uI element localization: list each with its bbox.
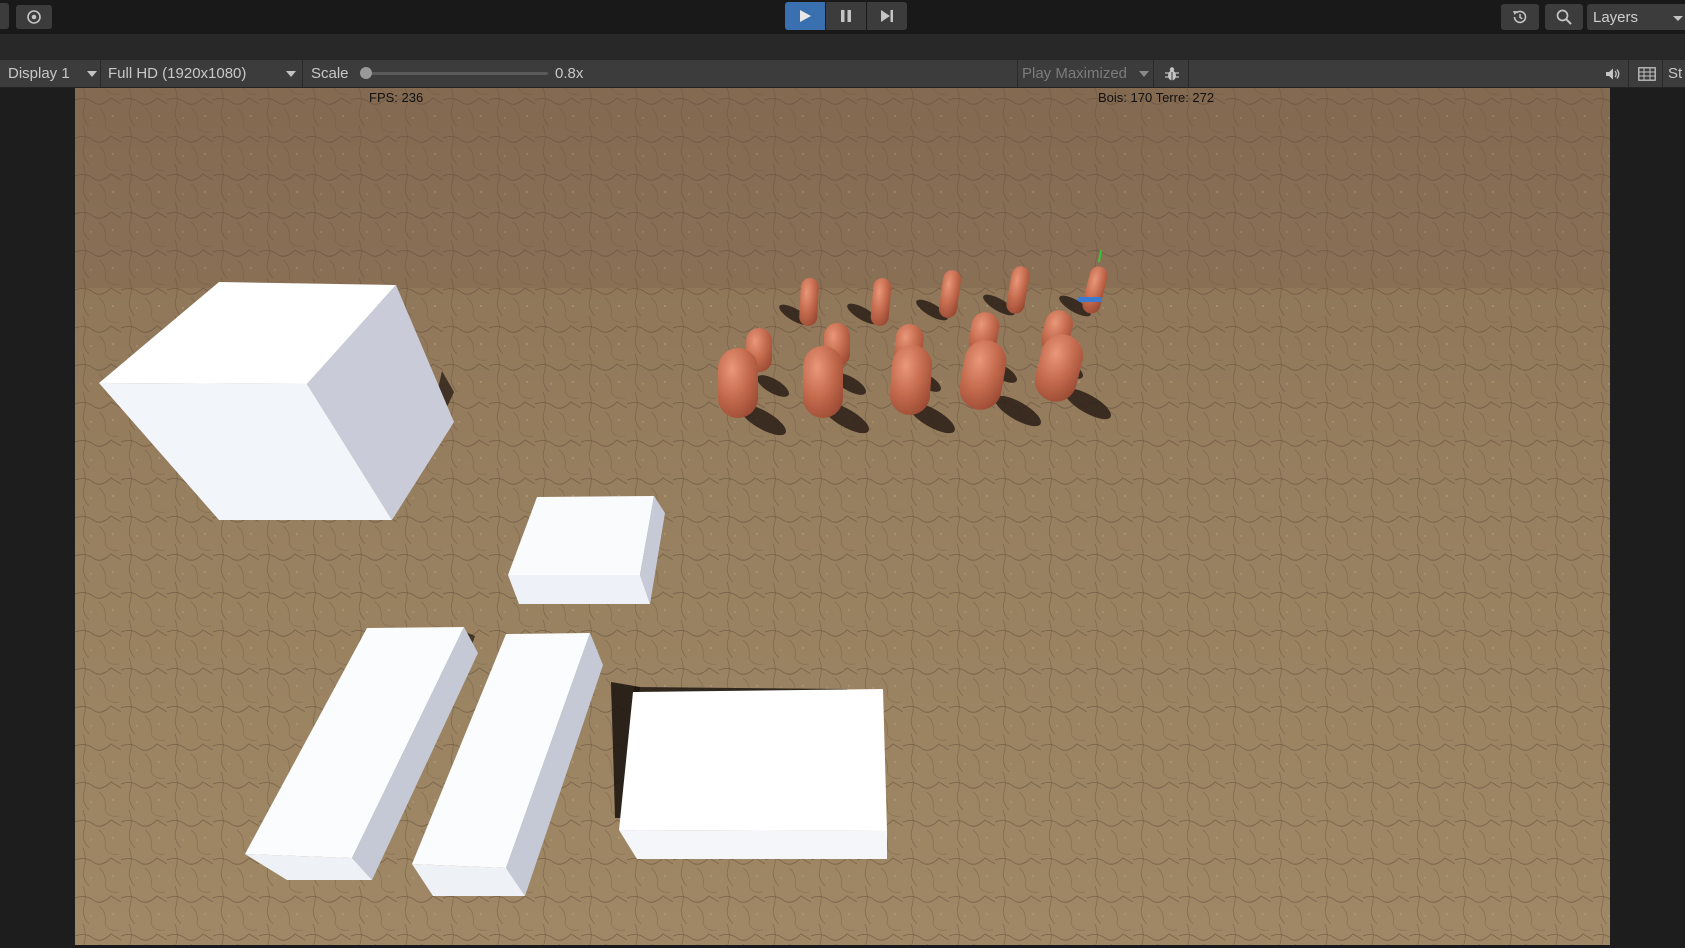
speaker-icon — [1606, 68, 1620, 79]
pause-button[interactable] — [826, 2, 866, 30]
search-button[interactable] — [1545, 4, 1583, 30]
scale-slider-track[interactable] — [366, 72, 548, 75]
display-label: Display 1 — [8, 65, 70, 82]
search-icon — [1556, 9, 1572, 25]
undo-history-button[interactable] — [1501, 4, 1539, 30]
divider — [1628, 60, 1629, 87]
play-icon — [800, 10, 811, 22]
step-icon — [881, 10, 893, 22]
divider — [1662, 60, 1663, 87]
resolution-label: Full HD (1920x1080) — [108, 65, 247, 82]
resolution-dropdown[interactable]: Full HD (1920x1080) — [108, 60, 246, 87]
divider — [302, 60, 303, 87]
game-viewport[interactable]: FPS: 236 Bois: 170 Terre: 272 — [75, 88, 1610, 945]
tab-strip — [0, 34, 1685, 60]
stats-label: St — [1668, 65, 1683, 82]
main-toolbar: Layers — [0, 0, 1685, 34]
scene-render — [75, 88, 1610, 945]
grid-icon — [1638, 66, 1656, 81]
history-icon — [1513, 10, 1527, 24]
play-maximized-chevron-icon — [1139, 71, 1149, 77]
pause-icon — [841, 10, 851, 22]
scale-slider-handle[interactable] — [360, 67, 372, 79]
scale-value: 0.8x — [555, 65, 584, 82]
playmode-controls — [785, 2, 907, 32]
layers-label: Layers — [1593, 9, 1639, 26]
divider — [1188, 60, 1189, 87]
bug-icon — [1165, 66, 1179, 81]
stats-grid-button[interactable] — [1632, 60, 1662, 87]
resolution-chevron-icon — [286, 71, 296, 77]
right-letterbox — [1610, 88, 1685, 948]
step-button[interactable] — [867, 2, 907, 30]
account-button[interactable] — [16, 5, 52, 29]
divider — [1017, 60, 1018, 87]
debug-toggle-button[interactable] — [1157, 60, 1187, 87]
cloud-settings-icon — [27, 10, 41, 24]
resource-counter: Bois: 170 Terre: 272 — [1098, 90, 1215, 105]
layers-dropdown[interactable]: Layers — [1587, 4, 1685, 30]
small-box — [508, 496, 665, 604]
divider — [100, 60, 101, 87]
fps-counter: FPS: 236 — [369, 90, 424, 105]
game-view-toolbar: Display 1 Full HD (1920x1080) Scale 0.8x… — [0, 60, 1685, 88]
divider — [1153, 60, 1154, 87]
flat-block — [611, 682, 887, 859]
toolbar-edge-button[interactable] — [0, 3, 9, 29]
display-dropdown[interactable]: Display 1 — [8, 60, 70, 87]
selection-marker — [1078, 297, 1102, 302]
display-chevron-icon — [87, 71, 97, 77]
play-maximized-label: Play Maximized — [1022, 65, 1128, 82]
mute-audio-button[interactable] — [1598, 60, 1628, 87]
chevron-down-icon — [1673, 16, 1683, 21]
stats-button[interactable]: St — [1668, 60, 1682, 87]
play-button[interactable] — [785, 2, 825, 30]
play-maximized-dropdown[interactable]: Play Maximized — [1022, 60, 1127, 87]
scale-label: Scale — [311, 65, 349, 82]
left-letterbox — [0, 88, 75, 948]
